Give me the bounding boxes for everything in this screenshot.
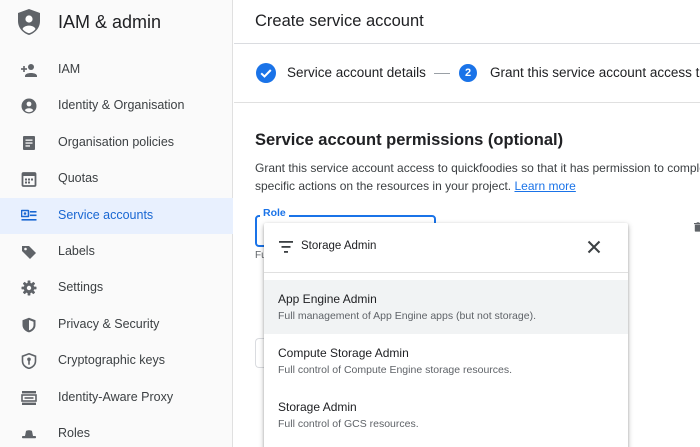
product-title: IAM & admin — [58, 12, 162, 32]
description-text: specific actions on the resources in you… — [255, 179, 512, 193]
calendar-icon — [21, 172, 37, 188]
description-line-2: specific actions on the resources in you… — [255, 177, 700, 195]
sidebar-item-label: IAM — [58, 62, 81, 76]
sidebar-item-label: Roles — [58, 425, 90, 440]
hat-icon — [22, 430, 36, 439]
filter-icon — [279, 241, 293, 253]
role-option-description: Full control of GCS resources. — [278, 418, 419, 430]
sidebar-item-roles[interactable]: Roles — [0, 416, 233, 447]
sidebar-item-quotas[interactable]: Quotas — [0, 161, 233, 197]
sidebar-item-cryptographic-keys[interactable]: Cryptographic keys — [0, 343, 233, 379]
role-dropdown: Storage Admin App Engine Admin Full mana… — [264, 223, 628, 447]
role-option-description: Full control of Compute Engine storage r… — [278, 364, 513, 376]
document-icon — [23, 135, 35, 150]
role-option-name: Compute Storage Admin — [278, 346, 409, 360]
role-option-app-engine-admin[interactable]: App Engine Admin Full management of App … — [264, 280, 628, 334]
sidebar-item-label: Organisation policies — [58, 134, 175, 149]
sidebar-item-label: Identity-Aware Proxy — [58, 389, 174, 404]
sidebar-item-identity-aware-proxy[interactable]: Identity-Aware Proxy — [0, 380, 233, 416]
section-title: Service account permissions (optional) — [255, 131, 564, 149]
role-option-storage-admin[interactable]: Storage Admin Full control of GCS resour… — [264, 388, 628, 442]
sidebar-item-identity-organisation[interactable]: Identity & Organisation — [0, 88, 233, 124]
role-filter-bar[interactable]: Storage Admin — [264, 223, 628, 273]
step-1-label[interactable]: Service account details — [287, 65, 426, 80]
step-2-label[interactable]: Grant this service account access t — [490, 65, 699, 80]
trash-icon[interactable] — [694, 220, 700, 234]
sidebar-item-label: Labels — [58, 243, 95, 258]
role-filter-input[interactable]: Storage Admin — [301, 240, 376, 252]
sidebar-nav: IAM Identity & Organisation Organisation… — [0, 52, 233, 447]
gear-icon — [21, 280, 37, 296]
sidebar-item-privacy-security[interactable]: Privacy & Security — [0, 307, 233, 343]
role-option-compute-storage-admin[interactable]: Compute Storage Admin Full control of Co… — [264, 334, 628, 388]
role-option-name: App Engine Admin — [278, 292, 377, 306]
sidebar-item-label: Settings — [58, 280, 104, 295]
role-option-name: Storage Admin — [278, 400, 357, 414]
service-account-icon — [21, 209, 37, 221]
sidebar-item-iam[interactable]: IAM — [0, 52, 233, 88]
sidebar-item-labels[interactable]: Labels — [0, 234, 233, 270]
sidebar-item-label: Cryptographic keys — [58, 353, 165, 368]
sidebar-header: IAM & admin — [0, 0, 233, 44]
account-circle-icon — [21, 98, 37, 114]
description-line-1: Grant this service account access to qui… — [255, 161, 700, 175]
sidebar-item-settings[interactable]: Settings — [0, 270, 233, 306]
proxy-icon — [21, 390, 37, 405]
sidebar-item-service-accounts[interactable]: Service accounts — [0, 197, 233, 234]
label-icon — [22, 245, 36, 259]
sidebar-item-label: Service accounts — [58, 207, 154, 222]
add-person-icon — [21, 64, 37, 77]
stepper: Service account details 2 Grant this ser… — [234, 45, 700, 103]
role-label: Role — [260, 207, 289, 219]
sidebar-item-label: Quotas — [58, 171, 99, 186]
sidebar-item-label: Privacy & Security — [58, 316, 160, 331]
page-title: Create service account — [255, 12, 424, 30]
sidebar-item-label: Identity & Organisation — [58, 98, 185, 113]
key-shield-icon — [21, 353, 37, 370]
shield-small-icon — [22, 317, 36, 333]
page-header: Create service account — [234, 0, 700, 44]
sidebar-item-organisation-policies[interactable]: Organisation policies — [0, 125, 233, 161]
learn-more-link[interactable]: Learn more — [514, 179, 575, 193]
step-divider — [434, 73, 450, 74]
step-2-number: 2 — [459, 64, 477, 82]
check-circle-icon — [256, 63, 276, 83]
section-description: Grant this service account access to qui… — [255, 159, 700, 195]
role-option-description: Full management of App Engine apps (but … — [278, 310, 536, 322]
shield-icon — [18, 9, 40, 35]
close-icon[interactable] — [587, 240, 601, 254]
sidebar: IAM & admin IAM Identity & Organisation — [0, 0, 233, 447]
